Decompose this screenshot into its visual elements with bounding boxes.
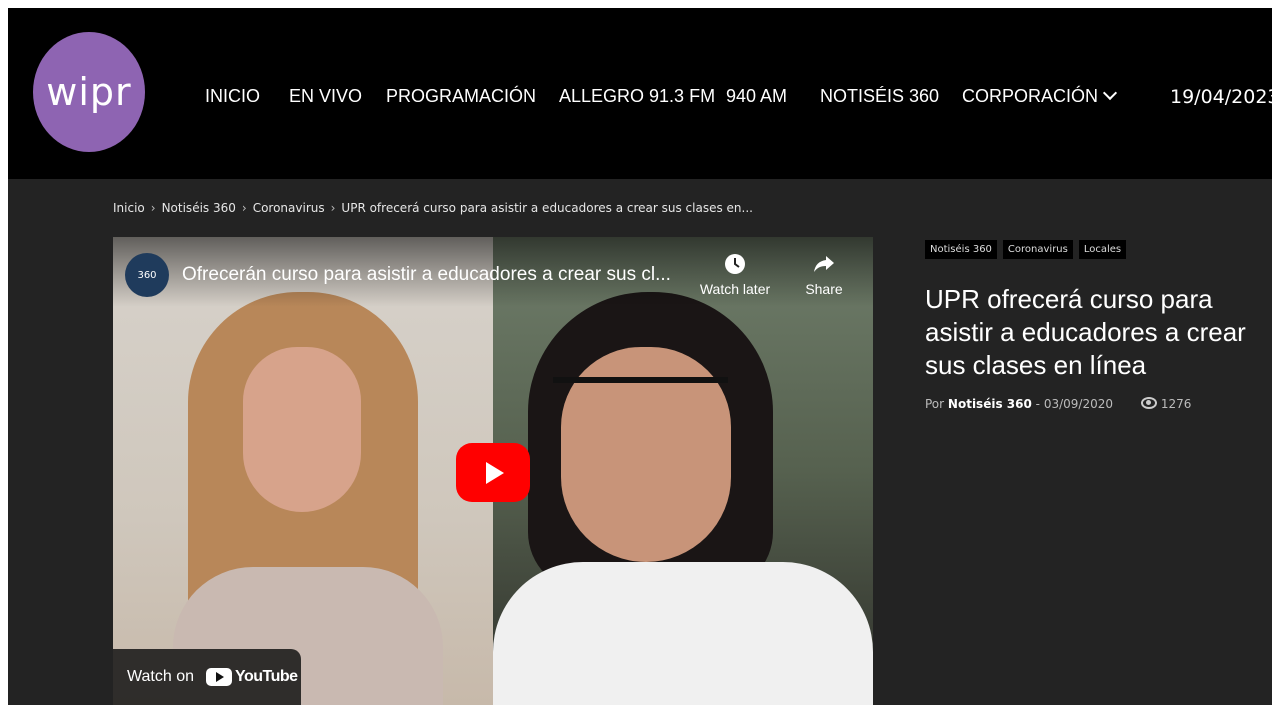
channel-avatar-text: 360 bbox=[137, 269, 157, 281]
tag-notiseis-360[interactable]: Notiséis 360 bbox=[925, 240, 997, 259]
eye-icon bbox=[1140, 397, 1157, 409]
share-label: Share bbox=[805, 281, 843, 297]
share-button[interactable]: Share bbox=[799, 253, 849, 297]
tag-coronavirus[interactable]: Coronavirus bbox=[1002, 240, 1073, 259]
logo-text: wipr bbox=[46, 70, 132, 114]
article-meta: Por Notiséis 360 - 03/09/2020 1276 bbox=[925, 396, 1191, 411]
breadcrumb-separator: › bbox=[241, 201, 247, 215]
watch-later-button[interactable]: Watch later bbox=[696, 253, 774, 297]
nav-item-940-am[interactable]: 940 AM bbox=[726, 86, 787, 107]
top-navigation-bar: wipr INICIO EN VIVO PROGRAMACIÓN ALLEGRO… bbox=[8, 8, 1272, 179]
youtube-logo: YouTube bbox=[206, 668, 298, 686]
wipr-logo[interactable]: wipr bbox=[33, 32, 145, 152]
by-label: Por bbox=[925, 397, 945, 411]
nav-item-corporacion-label: CORPORACIÓN bbox=[962, 86, 1099, 106]
youtube-play-icon bbox=[206, 668, 232, 686]
youtube-video-player[interactable]: 360 Ofrecerán curso para asistir a educa… bbox=[113, 237, 873, 705]
breadcrumb-item-coronavirus[interactable]: Coronavirus bbox=[253, 201, 325, 215]
nav-item-programacion[interactable]: PROGRAMACIÓN bbox=[386, 86, 536, 107]
page-frame: wipr INICIO EN VIVO PROGRAMACIÓN ALLEGRO… bbox=[8, 8, 1272, 705]
breadcrumb-item-inicio[interactable]: Inicio bbox=[113, 201, 145, 215]
article-title: UPR ofrecerá curso para asistir a educad… bbox=[925, 284, 1246, 380]
date-separator: - bbox=[1035, 397, 1040, 411]
author-link[interactable]: Notiséis 360 bbox=[948, 397, 1032, 411]
video-thumbnail-right bbox=[493, 237, 873, 705]
nav-item-corporacion[interactable]: CORPORACIÓN bbox=[962, 85, 1118, 107]
youtube-label: YouTube bbox=[235, 668, 298, 685]
publish-date: 03/09/2020 bbox=[1043, 397, 1113, 411]
current-date: 19/04/2023 bbox=[1170, 86, 1272, 108]
breadcrumb-item-current: UPR ofrecerá curso para asistir a educad… bbox=[341, 201, 753, 215]
breadcrumb-separator: › bbox=[330, 201, 336, 215]
nav-item-en-vivo[interactable]: EN VIVO bbox=[289, 86, 362, 107]
tag-locales[interactable]: Locales bbox=[1078, 240, 1127, 259]
breadcrumb-separator: › bbox=[150, 201, 156, 215]
video-title[interactable]: Ofrecerán curso para asistir a educadore… bbox=[182, 264, 671, 286]
nav-item-notiseis-360[interactable]: NOTISÉIS 360 bbox=[820, 86, 939, 107]
play-icon bbox=[486, 461, 504, 484]
watch-on-youtube-button[interactable]: Watch on YouTube bbox=[113, 649, 301, 705]
view-count: 1276 bbox=[1160, 397, 1192, 411]
play-button[interactable] bbox=[456, 443, 530, 502]
nav-item-inicio[interactable]: INICIO bbox=[205, 86, 260, 107]
channel-avatar[interactable]: 360 bbox=[125, 253, 169, 297]
share-arrow-icon bbox=[799, 253, 849, 281]
breadcrumb: Inicio › Notiséis 360 › Coronavirus › UPR ofre… bbox=[113, 201, 753, 215]
breadcrumb-item-notiseis[interactable]: Notiséis 360 bbox=[162, 201, 236, 215]
article-tags: Notiséis 360 Coronavirus Locales bbox=[925, 240, 1127, 259]
chevron-down-icon bbox=[1102, 85, 1118, 101]
nav-item-allegro[interactable]: ALLEGRO 91.3 FM bbox=[559, 86, 715, 107]
watch-on-label: Watch on bbox=[127, 668, 194, 685]
clock-icon bbox=[696, 253, 774, 281]
watch-later-label: Watch later bbox=[699, 281, 771, 297]
video-thumbnail-left bbox=[113, 237, 493, 705]
